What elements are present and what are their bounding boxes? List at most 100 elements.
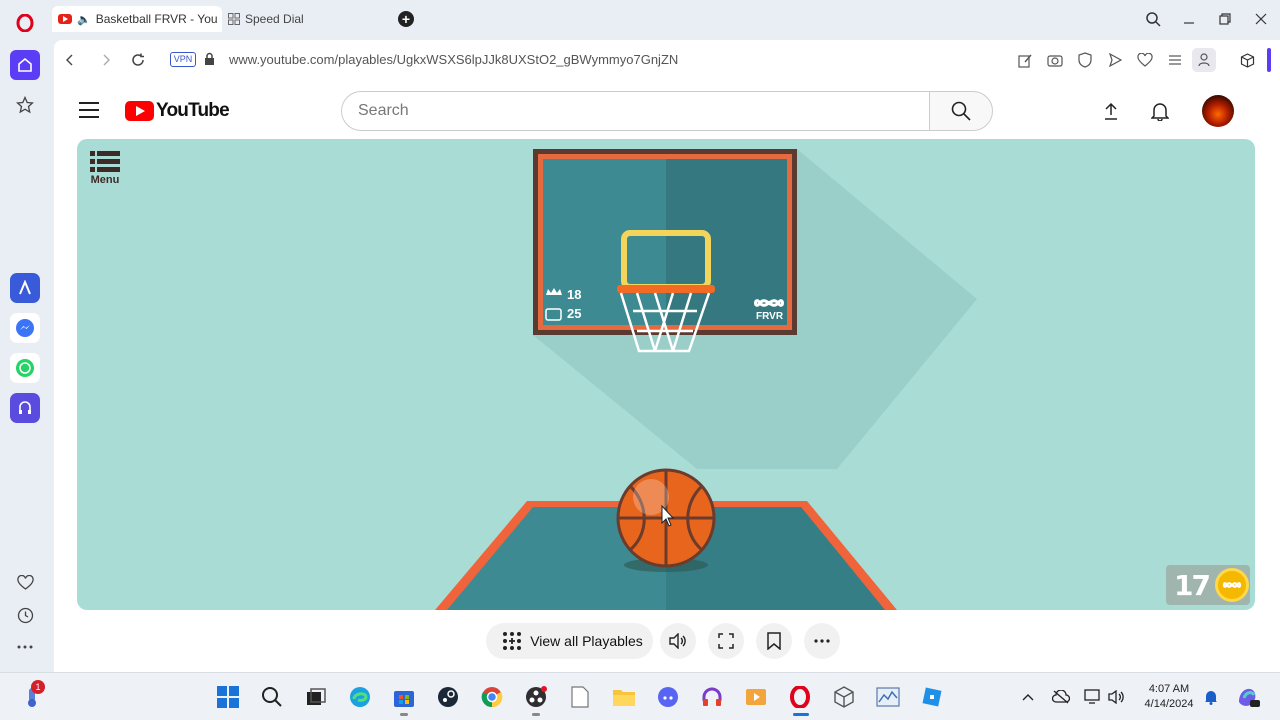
running-indicator bbox=[400, 713, 408, 716]
forward-arrow-icon bbox=[103, 54, 110, 66]
reload-button[interactable] bbox=[128, 50, 148, 70]
obs-icon[interactable] bbox=[524, 685, 548, 709]
clock-time: 4:07 AM bbox=[1148, 683, 1190, 695]
send-icon[interactable] bbox=[1106, 51, 1124, 69]
opera-taskbar-icon[interactable] bbox=[788, 685, 812, 709]
discord-icon[interactable] bbox=[656, 685, 680, 709]
3d-cube-icon[interactable] bbox=[832, 685, 856, 709]
clock-date: 4/14/2024 bbox=[1144, 698, 1194, 710]
volume-icon[interactable] bbox=[1106, 685, 1128, 709]
tab-basketball[interactable]: 🔈 Basketball FRVR - You bbox=[52, 6, 222, 32]
search-button[interactable] bbox=[929, 91, 993, 131]
sidebar-app-messenger[interactable] bbox=[10, 313, 40, 343]
menu-label: Menu bbox=[90, 174, 120, 186]
microsoft-store-icon[interactable] bbox=[392, 685, 416, 709]
home-icon bbox=[18, 57, 32, 72]
heart-icon[interactable] bbox=[1136, 51, 1154, 69]
forward-button[interactable] bbox=[96, 50, 116, 70]
file-explorer-icon[interactable] bbox=[612, 685, 636, 709]
avatar[interactable] bbox=[1202, 95, 1234, 127]
view-all-playables-button[interactable]: View all Playables bbox=[486, 623, 653, 659]
sidebar-more-button[interactable] bbox=[10, 632, 40, 662]
tab-speed-dial[interactable]: Speed Dial bbox=[226, 6, 386, 32]
list-icon bbox=[90, 151, 120, 172]
url-field[interactable]: www.youtube.com/playables/UgkxWSXS6lpJJk… bbox=[229, 52, 678, 67]
start-button[interactable] bbox=[216, 685, 240, 709]
fullscreen-icon bbox=[718, 633, 734, 649]
aria-icon bbox=[19, 280, 31, 295]
upload-icon bbox=[1105, 102, 1117, 120]
display-icon[interactable] bbox=[1082, 685, 1104, 709]
headphones-app-icon[interactable] bbox=[700, 685, 724, 709]
sidebar-app-music[interactable] bbox=[10, 393, 40, 423]
windows-logo-icon bbox=[217, 686, 239, 708]
game-menu-button[interactable]: Menu bbox=[87, 151, 123, 186]
best-score: 18 bbox=[567, 287, 582, 302]
history-button[interactable] bbox=[10, 600, 40, 630]
system-clock[interactable]: 4:07 AM 4/14/2024 bbox=[1138, 682, 1200, 712]
opera-sidebar bbox=[0, 38, 50, 672]
coin-counter: 17 bbox=[1166, 565, 1250, 605]
file-icon[interactable] bbox=[568, 685, 592, 709]
speaker-icon[interactable]: 🔈 bbox=[77, 13, 91, 26]
playables-grid-icon bbox=[503, 632, 522, 650]
cloud-offline-icon[interactable] bbox=[1050, 685, 1072, 709]
youtube-play-icon bbox=[125, 101, 154, 121]
show-hidden-icons-icon[interactable] bbox=[1018, 685, 1038, 709]
page-content: YouTube Search 18 25 FRVR Menu 17 View a… bbox=[54, 80, 1280, 672]
steam-icon[interactable] bbox=[436, 685, 460, 709]
back-arrow-icon bbox=[66, 54, 73, 66]
fullscreen-button[interactable] bbox=[708, 623, 744, 659]
youtube-logo[interactable]: YouTube bbox=[125, 100, 230, 122]
heart-icon bbox=[16, 575, 34, 590]
easy-setup-icon[interactable] bbox=[1166, 51, 1184, 69]
copilot-icon[interactable] bbox=[1236, 685, 1260, 709]
profile-button[interactable] bbox=[1192, 48, 1216, 72]
minimize-button[interactable] bbox=[1180, 10, 1198, 28]
task-view-icon[interactable] bbox=[304, 685, 328, 709]
sidebar-accent bbox=[1267, 48, 1271, 72]
back-button[interactable] bbox=[60, 50, 80, 70]
media-player-icon[interactable] bbox=[744, 685, 768, 709]
save-button[interactable] bbox=[756, 623, 792, 659]
camera-icon[interactable] bbox=[1046, 51, 1064, 69]
vpn-badge[interactable]: VPN bbox=[170, 52, 196, 67]
snapshot-edit-icon[interactable] bbox=[1016, 51, 1034, 69]
extensions-cube-icon[interactable] bbox=[1238, 51, 1256, 69]
new-tab-button[interactable]: + bbox=[398, 11, 414, 27]
game-canvas[interactable]: 18 25 FRVR Menu 17 bbox=[77, 139, 1255, 610]
sound-button[interactable] bbox=[660, 623, 696, 659]
search-icon bbox=[951, 101, 971, 121]
guide-menu-button[interactable] bbox=[79, 102, 99, 118]
notification-bell-icon[interactable] bbox=[1200, 685, 1222, 709]
tab-search-icon[interactable] bbox=[1144, 10, 1162, 28]
pinboards-button[interactable] bbox=[10, 90, 40, 120]
more-options-button[interactable] bbox=[804, 623, 840, 659]
sidebar-app-aria[interactable] bbox=[10, 273, 40, 303]
shield-icon[interactable] bbox=[1076, 51, 1094, 69]
roblox-studio-icon[interactable] bbox=[920, 685, 944, 709]
edge-icon[interactable] bbox=[348, 685, 372, 709]
search-input[interactable]: Search bbox=[341, 91, 930, 131]
chrome-icon[interactable] bbox=[480, 685, 504, 709]
performance-monitor-icon[interactable] bbox=[876, 685, 900, 709]
speaker-icon bbox=[669, 633, 686, 649]
address-bar-row: VPN www.youtube.com/playables/UgkxWSXS6l… bbox=[54, 40, 1280, 80]
upload-button[interactable] bbox=[1100, 100, 1122, 122]
tab-title: Speed Dial bbox=[245, 12, 304, 26]
music-player-icon bbox=[19, 401, 31, 414]
lock-icon[interactable] bbox=[204, 52, 215, 71]
speed-dial-icon bbox=[228, 13, 240, 25]
favorites-button[interactable] bbox=[10, 568, 40, 598]
close-window-button[interactable] bbox=[1252, 10, 1270, 28]
bookmark-icon bbox=[767, 632, 781, 650]
restore-button[interactable] bbox=[1216, 10, 1234, 28]
frvr-infinity-icon bbox=[754, 299, 784, 307]
opera-menu-icon[interactable] bbox=[12, 10, 38, 36]
home-button[interactable] bbox=[10, 50, 40, 80]
taskbar-search-icon[interactable] bbox=[260, 685, 284, 709]
notifications-button[interactable] bbox=[1149, 100, 1171, 122]
youtube-favicon-icon bbox=[58, 14, 72, 24]
sidebar-app-whatsapp[interactable] bbox=[10, 353, 40, 383]
messenger-icon bbox=[16, 319, 34, 337]
